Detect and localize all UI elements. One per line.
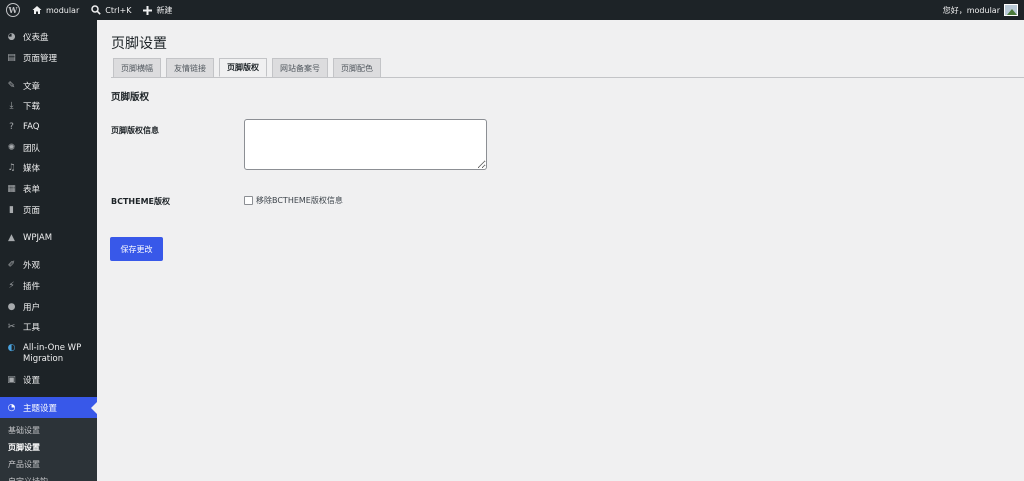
sidebar-item-download[interactable]: ⤓ 下载 <box>0 96 97 117</box>
sidebar-item-label: FAQ <box>23 122 40 133</box>
sidebar-item-label: 团队 <box>23 143 41 154</box>
my-account-button[interactable]: 您好，modular <box>937 0 1024 20</box>
sidebar-item-media[interactable]: ♫ 媒体 <box>0 158 97 179</box>
sidebar-item-label: 页面 <box>23 205 41 216</box>
sidebar-item-page-manage[interactable]: ▤ 页面管理 <box>0 48 97 69</box>
copyright-info-label: 页脚版权信息 <box>111 126 159 135</box>
pin-icon: ✎ <box>7 80 16 91</box>
admin-bar: W modular Ctrl+K 新建 您好，modular <box>0 0 1024 20</box>
sidebar-item-label: 文章 <box>23 81 41 92</box>
form-icon: ▦ <box>7 184 16 195</box>
tab-footer-colors[interactable]: 页脚配色 <box>333 58 381 77</box>
sidebar-item-label: 外观 <box>23 261 41 272</box>
migration-icon: ◐ <box>7 343 16 354</box>
sidebar-item-appearance[interactable]: ✐ 外观 <box>0 255 97 276</box>
save-changes-button[interactable]: 保存更改 <box>110 237 163 261</box>
main-content: 页脚设置 页脚横幅 友情链接 页脚版权 网站备案号 页脚配色 页脚版权 页脚版权… <box>97 20 1024 481</box>
sidebar-item-tools[interactable]: ✂ 工具 <box>0 317 97 338</box>
sidebar-item-pages[interactable]: ▮ 页面 <box>0 200 97 221</box>
settings-tabs: 页脚横幅 友情链接 页脚版权 网站备案号 页脚配色 <box>113 58 381 77</box>
settings-icon: ▣ <box>7 374 16 385</box>
sidebar-item-dashboard[interactable]: ◕ 仪表盘 <box>0 27 97 48</box>
sidebar-item-label: 主题设置 <box>23 403 58 414</box>
sidebar-item-faq[interactable]: ? FAQ <box>0 117 97 138</box>
remove-bctheme-checkbox[interactable] <box>244 196 253 205</box>
search-icon <box>91 5 102 15</box>
sidebar-item-label: 用户 <box>23 302 41 313</box>
media-icon: ♫ <box>7 163 16 174</box>
command-palette-button[interactable]: Ctrl+K <box>85 0 137 20</box>
bctheme-copyright-label: BCTHEME版权 <box>111 197 171 206</box>
sidebar-item-settings[interactable]: ▣ 设置 <box>0 370 97 391</box>
greeting: 您好，modular <box>942 5 1000 15</box>
sidebar-item-team[interactable]: ✺ 团队 <box>0 137 97 158</box>
page-title: 页脚设置 <box>111 36 167 52</box>
submenu-item-basic[interactable]: 基础设置 <box>0 422 97 439</box>
submenu-item-footer[interactable]: 页脚设置 <box>0 439 97 456</box>
help-icon: ? <box>9 122 14 133</box>
plugin-icon: ⚡ <box>8 280 15 291</box>
tools-icon: ✂ <box>7 322 16 333</box>
new-content-button[interactable]: 新建 <box>137 0 178 20</box>
sidebar-item-users[interactable]: ● 用户 <box>0 296 97 317</box>
wpjam-icon: ▲ <box>8 232 15 243</box>
sidebar-item-posts[interactable]: ✎ 文章 <box>0 75 97 96</box>
theme-settings-icon: ◔ <box>7 402 16 413</box>
wordpress-icon: W <box>6 3 20 17</box>
sidebar-item-label: 下载 <box>23 102 41 113</box>
page-manage-icon: ▤ <box>7 53 16 64</box>
site-name: modular <box>46 5 80 15</box>
admin-sidebar: ◕ 仪表盘 ▤ 页面管理 ✎ 文章 ⤓ 下载 ? FAQ ✺ 团队 ♫ 媒体 ▦… <box>0 20 97 481</box>
tab-friend-links[interactable]: 友情链接 <box>166 58 214 77</box>
dashboard-icon: ◕ <box>7 32 16 43</box>
download-icon: ⤓ <box>9 101 14 112</box>
section-title: 页脚版权 <box>111 92 150 103</box>
page-icon: ▮ <box>9 204 14 215</box>
team-icon: ✺ <box>7 142 16 153</box>
avatar <box>1004 4 1018 16</box>
new-label: 新建 <box>156 5 173 15</box>
sidebar-item-label: 工具 <box>23 323 41 334</box>
copyright-info-textarea[interactable] <box>244 119 487 170</box>
site-name-link[interactable]: modular <box>26 0 85 20</box>
wordpress-logo-button[interactable]: W <box>0 0 26 20</box>
sidebar-item-label: 表单 <box>23 185 41 196</box>
sidebar-item-wpjam[interactable]: ▲ WPJAM <box>0 227 97 248</box>
sidebar-item-plugins[interactable]: ⚡ 插件 <box>0 276 97 297</box>
remove-bctheme-row[interactable]: 移除BCTHEME版权信息 <box>244 195 343 206</box>
plus-icon <box>143 5 153 15</box>
appearance-icon: ✐ <box>7 260 16 271</box>
sidebar-item-label: All-in-One WP Migration <box>23 342 82 364</box>
tab-footer-copyright[interactable]: 页脚版权 <box>219 58 267 77</box>
shortcut-label: Ctrl+K <box>105 5 132 15</box>
theme-settings-submenu: 基础设置 页脚设置 产品设置 自定义挂钩 <box>0 418 97 481</box>
tab-icp-record[interactable]: 网站备案号 <box>272 58 328 77</box>
sidebar-item-label: 插件 <box>23 281 41 292</box>
tabs-divider <box>111 77 1024 78</box>
sidebar-item-label: 设置 <box>23 375 41 386</box>
submenu-item-custom-hooks[interactable]: 自定义挂钩 <box>0 473 97 481</box>
sidebar-item-label: 媒体 <box>23 164 41 175</box>
submenu-item-product[interactable]: 产品设置 <box>0 456 97 473</box>
sidebar-item-theme-settings[interactable]: ◔ 主题设置 <box>0 397 97 418</box>
sidebar-item-label: WPJAM <box>23 232 53 243</box>
remove-bctheme-label: 移除BCTHEME版权信息 <box>256 196 343 205</box>
sidebar-item-label: 仪表盘 <box>23 33 49 44</box>
tab-footer-banner[interactable]: 页脚横幅 <box>113 58 161 77</box>
user-icon: ● <box>7 301 16 312</box>
sidebar-item-migration[interactable]: ◐ All-in-One WP Migration <box>0 338 97 370</box>
sidebar-item-label: 页面管理 <box>23 54 58 65</box>
home-icon <box>32 6 42 14</box>
sidebar-item-form[interactable]: ▦ 表单 <box>0 179 97 200</box>
